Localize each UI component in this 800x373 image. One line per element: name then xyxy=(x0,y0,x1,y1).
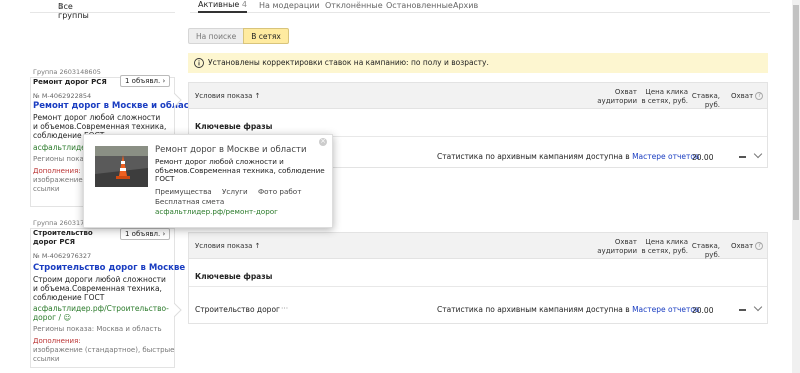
ad-url-link[interactable]: дорог / ☺ xyxy=(33,313,71,322)
group-name: Строительство дорог РСЯ xyxy=(33,229,93,246)
table-header-row: Условия показа ↑ Охват аудитории Цена кли… xyxy=(189,233,767,259)
ads-count-button[interactable]: 1 объявл. › xyxy=(120,228,171,240)
tab-active[interactable]: Активные 4 xyxy=(198,0,247,13)
ads-count-button[interactable]: 1 объявл. › xyxy=(120,75,171,87)
sitelink[interactable]: Бесплатная смета xyxy=(155,197,224,206)
popup-title: Ремонт дорог в Москве и области xyxy=(155,145,307,155)
archive-stats-note: Статистика по архивным кампаниям доступн… xyxy=(437,152,700,161)
conditions-sort-header[interactable]: Условия показа ↑ xyxy=(195,92,260,101)
ad-text-line: и объема.Современная техника, xyxy=(33,284,162,293)
tab-moderation[interactable]: На модерации xyxy=(259,1,320,10)
popup-sitelinks: Преимущества Услуги Фото работ xyxy=(155,187,309,196)
group-name: Ремонт дорог РСЯ xyxy=(33,78,107,86)
chevron-right-icon: › xyxy=(162,230,166,238)
additions-links: ссылки xyxy=(33,355,60,363)
keywords-section: Ключевые фразы xyxy=(189,265,767,287)
sitelink[interactable]: Фото работ xyxy=(258,187,301,196)
reports-master-link[interactable]: Мастере отчетов xyxy=(632,305,699,314)
bid-value[interactable]: 20.00 xyxy=(692,306,713,315)
reports-master-link[interactable]: Мастере отчетов xyxy=(632,152,699,161)
scrollbar-thumb[interactable] xyxy=(793,5,799,220)
more-options-icon[interactable]: ··· xyxy=(281,304,288,313)
ad-text-line: соблюдение ГОСТ xyxy=(33,293,105,302)
sitelink[interactable]: Услуги xyxy=(222,187,248,196)
regions-label: Регионы показа: Москва и область xyxy=(33,325,162,333)
bid-value[interactable]: 20.00 xyxy=(692,153,713,162)
placement-switch: На поиске В сетях xyxy=(188,28,289,44)
network-toggle[interactable]: В сетях xyxy=(243,28,289,44)
conditions-sort-header[interactable]: Условия показа ↑ xyxy=(195,242,260,251)
additions-label: Дополнения: xyxy=(33,167,81,175)
sitelink[interactable]: Преимущества xyxy=(155,187,212,196)
chevron-right-icon: › xyxy=(162,77,166,85)
ad-text-line: Строим дороги любой сложности xyxy=(33,275,166,284)
popup-url[interactable]: асфальтлидер.рф/ремонт-дорог xyxy=(155,207,278,216)
keyword-phrase[interactable]: Строительство дорог xyxy=(195,305,280,314)
coverage-header: Охват ? xyxy=(731,92,764,101)
chevron-down-icon[interactable] xyxy=(753,302,763,312)
notice-text: Установлены корректировки ставок на камп… xyxy=(208,58,489,67)
link-icon: ☺ xyxy=(63,313,72,322)
bid-header: Ставка, руб. xyxy=(691,92,720,109)
ad-number: № М-4062922854 xyxy=(33,92,92,100)
popup-text: Ремонт дорог любой сложности и объемов.С… xyxy=(155,157,325,183)
info-icon xyxy=(194,58,204,68)
ad-title-link[interactable]: Строительство дорог в Москве xyxy=(33,263,185,273)
close-icon[interactable]: × xyxy=(319,138,327,146)
ad-number: № М-4062976327 xyxy=(33,252,92,260)
group-id: Группа 2603148605 xyxy=(33,68,101,76)
coverage-dash xyxy=(739,309,746,311)
all-groups-count: 4 xyxy=(58,2,64,11)
reach-header: Охват аудитории xyxy=(597,88,637,105)
tab-stopped[interactable]: Остановленные xyxy=(386,1,453,10)
table-header-row: Условия показа ↑ Охват аудитории Цена кли… xyxy=(189,83,767,109)
ad-url-link[interactable]: асфальтлидер.рф/Строительство- xyxy=(33,304,169,313)
coverage-dash xyxy=(739,156,746,158)
ad-text-line: и объемов.Современная техника, xyxy=(33,122,167,131)
additions-value: изображение (стандартное), быстрые xyxy=(33,346,175,354)
additions-links: ссылки xyxy=(33,185,60,193)
road-cone-image xyxy=(95,146,148,187)
ad-text-line: Ремонт дорог любой сложности xyxy=(33,113,161,122)
ad-preview-popup: Ремонт дорог в Москве и области Ремонт д… xyxy=(83,134,333,228)
card-pointer-arrow xyxy=(174,303,182,317)
help-icon[interactable]: ? xyxy=(755,92,764,100)
status-tabs: Активные 4 На модерации Отклонённые Оста… xyxy=(190,0,770,13)
card-pointer-arrow xyxy=(174,93,182,107)
chevron-down-icon[interactable] xyxy=(753,149,763,159)
coverage-header: Охват ? xyxy=(731,242,764,251)
tab-rejected[interactable]: Отклонённые xyxy=(325,1,383,10)
help-icon[interactable]: ? xyxy=(755,242,764,250)
archive-stats-note: Статистика по архивным кампаниям доступн… xyxy=(437,305,700,314)
additions-label: Дополнения: xyxy=(33,337,81,345)
conditions-table: Условия показа ↑ Охват аудитории Цена кли… xyxy=(188,232,768,324)
all-groups-tab[interactable]: Все группы 4 xyxy=(30,0,175,20)
search-toggle[interactable]: На поиске xyxy=(188,28,244,44)
tab-archive[interactable]: Архив xyxy=(453,1,478,10)
bid-header: Ставка, руб. xyxy=(691,242,720,259)
reach-header: Охват аудитории xyxy=(597,238,637,255)
bid-adjustment-notice: Установлены корректировки ставок на камп… xyxy=(188,53,768,73)
